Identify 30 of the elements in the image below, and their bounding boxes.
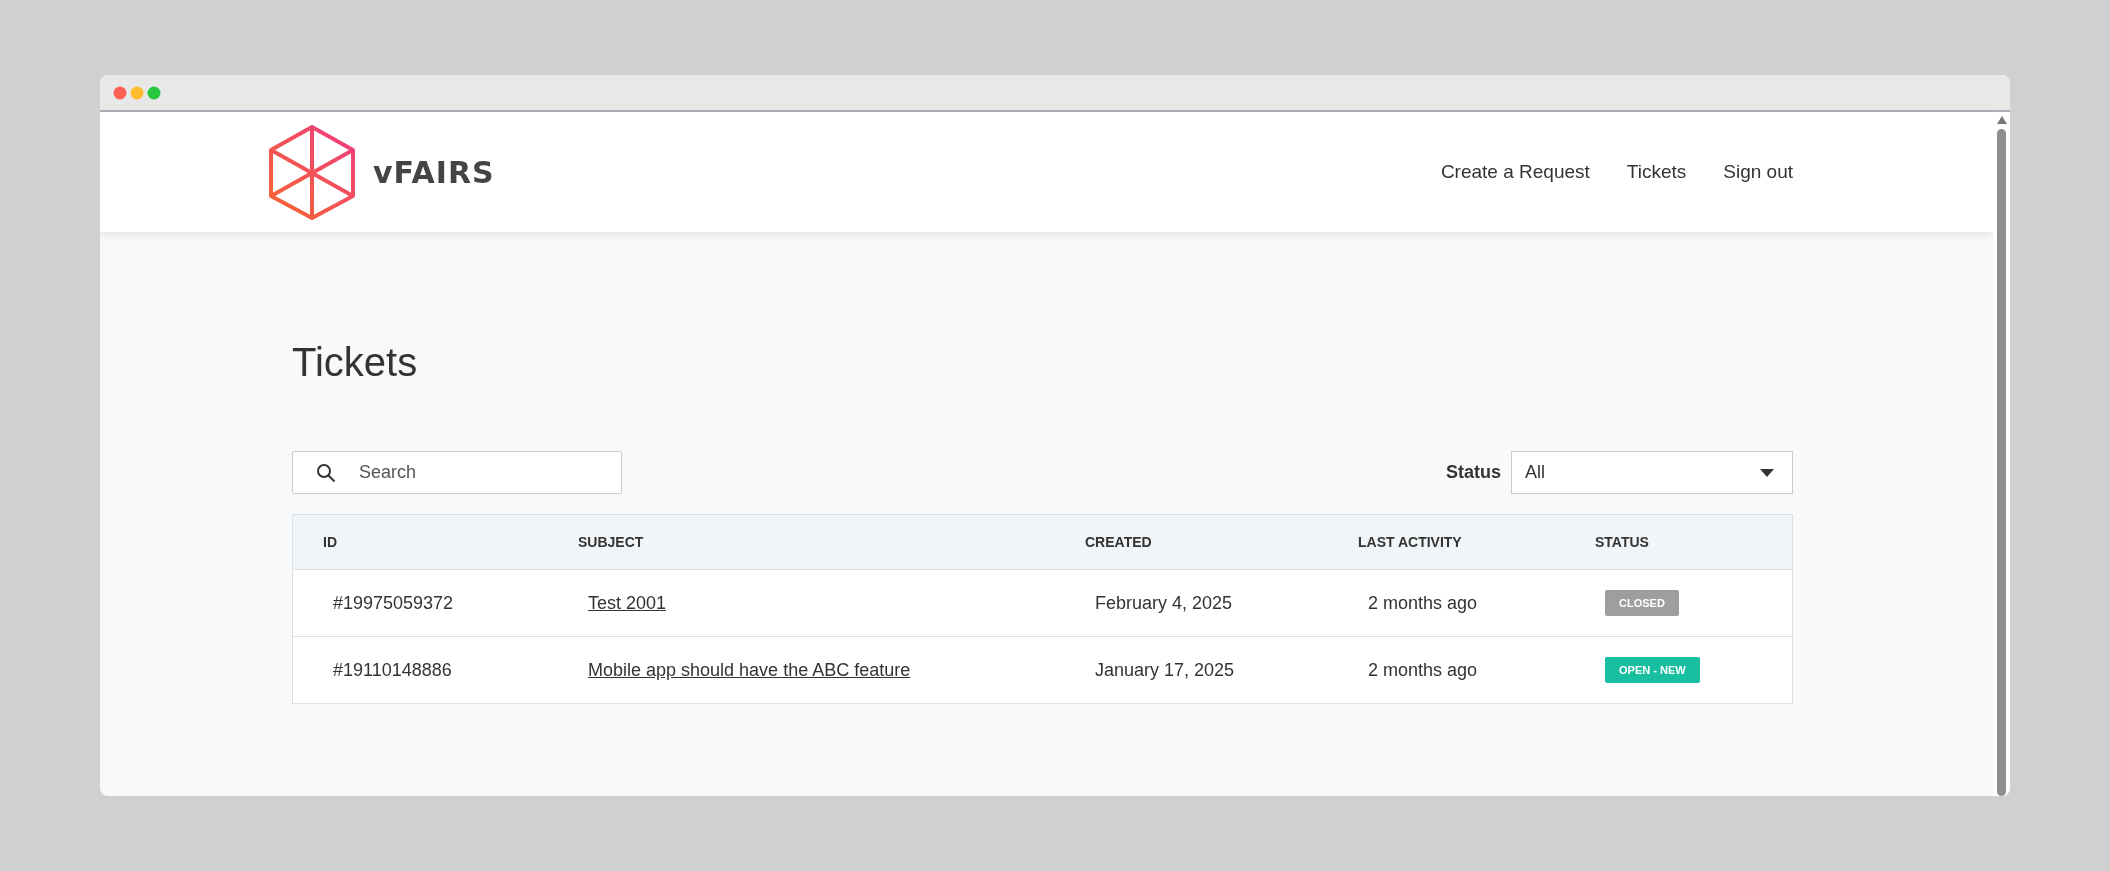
column-header: SUBJECT bbox=[577, 534, 645, 550]
scrollbar[interactable] bbox=[1993, 112, 2010, 796]
search-icon bbox=[316, 463, 336, 483]
status-badge: CLOSED bbox=[1605, 590, 1679, 616]
last-activity: 2 months ago bbox=[1367, 659, 1479, 681]
column-header: ID bbox=[322, 534, 338, 550]
nav-link[interactable]: Create a Request bbox=[1440, 161, 1590, 183]
scrollbar-thumb[interactable] bbox=[1997, 129, 2006, 796]
last-activity: 2 months ago bbox=[1367, 592, 1479, 614]
ticket-id: #19975059372 bbox=[332, 592, 455, 614]
ticket-subject-link[interactable]: Mobile app should have the ABC feature bbox=[588, 659, 911, 680]
caret-icon bbox=[1760, 468, 1774, 477]
nav-link[interactable]: Sign out bbox=[1723, 161, 1793, 183]
created-date: January 17, 2025 bbox=[1094, 659, 1236, 681]
window-controls-icon[interactable] bbox=[113, 85, 161, 100]
column-header: STATUS bbox=[1594, 534, 1650, 550]
logo-text: vFAIRS bbox=[373, 154, 495, 190]
ticket-id: #19110148886 bbox=[332, 659, 453, 681]
column-header: CREATED bbox=[1084, 534, 1153, 550]
ticket-subject-link[interactable]: Test 2001 bbox=[588, 592, 667, 613]
status-badge: OPEN - NEW bbox=[1605, 657, 1700, 683]
column-header: LAST ACTIVITY bbox=[1357, 534, 1463, 550]
nav-link[interactable]: Tickets bbox=[1626, 161, 1687, 183]
status-dropdown[interactable]: All bbox=[1511, 451, 1793, 494]
scroll-up-icon[interactable] bbox=[1996, 116, 2007, 124]
page-title: Tickets bbox=[292, 340, 419, 385]
status-filter-label: Status bbox=[1446, 462, 1501, 483]
created-date: February 4, 2025 bbox=[1094, 592, 1234, 614]
search-field[interactable]: Search bbox=[292, 451, 622, 494]
hexagon-cube-logo-icon bbox=[267, 124, 357, 220]
